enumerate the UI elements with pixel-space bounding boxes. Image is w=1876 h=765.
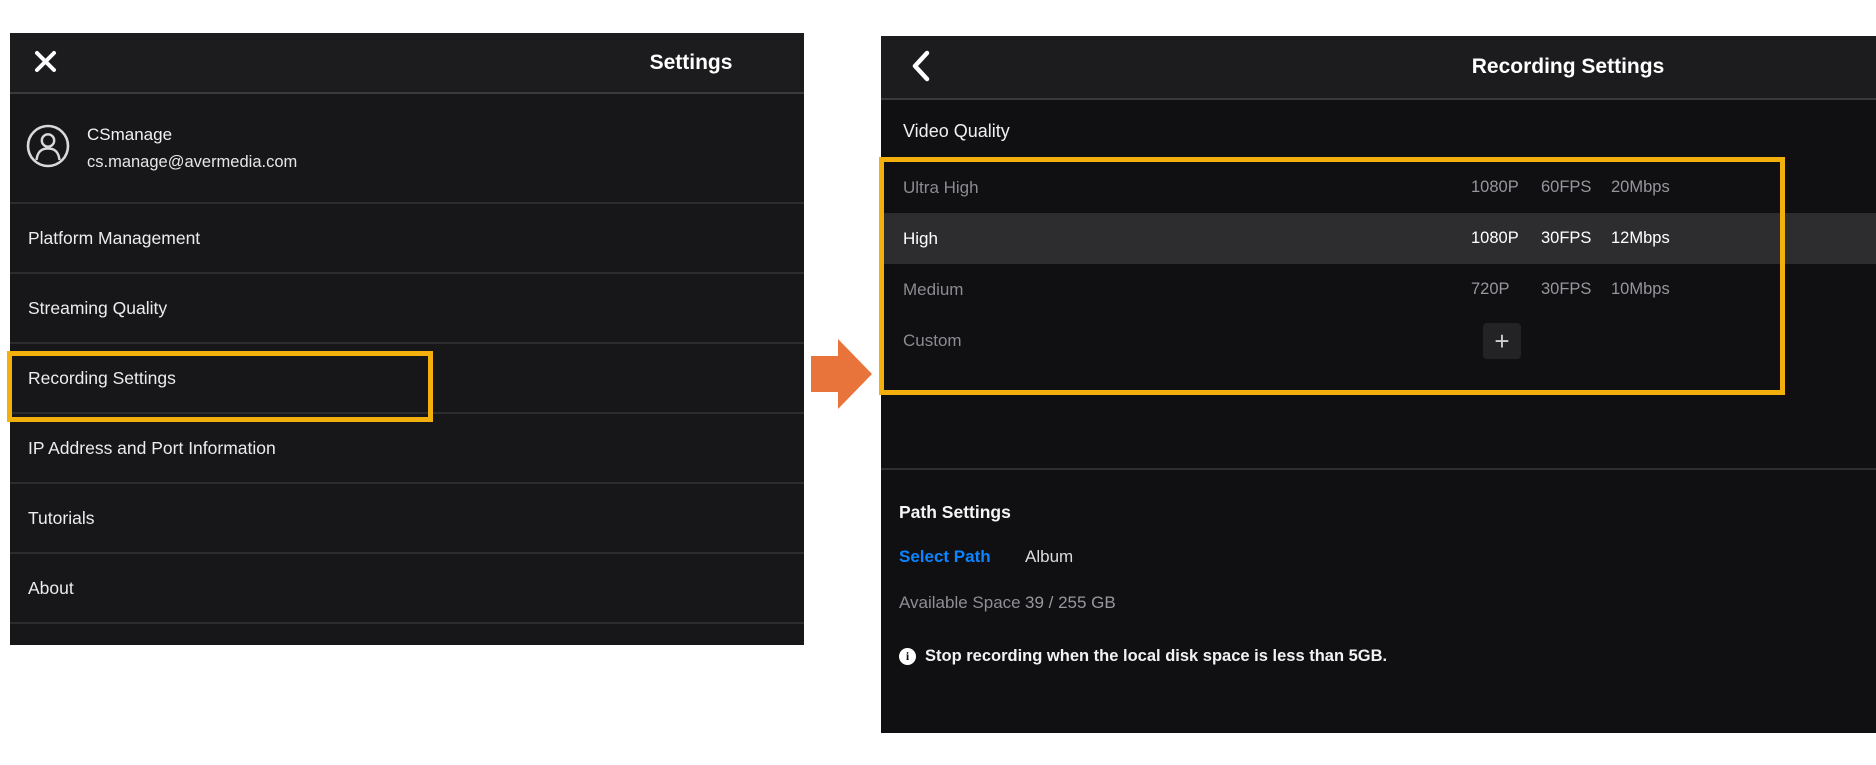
available-space-value: 39 / 255 GB xyxy=(1025,593,1116,613)
account-name: CSmanage xyxy=(87,125,297,145)
resolution-value: 1080P xyxy=(1471,229,1519,248)
bitrate-value: 10Mbps xyxy=(1611,280,1670,299)
resolution-value: 720P xyxy=(1471,280,1510,299)
quality-options-list: Ultra High 1080P 60FPS 20Mbps High 1080P… xyxy=(881,162,1876,366)
menu-item-recording-settings[interactable]: Recording Settings xyxy=(10,344,804,414)
quality-option-custom[interactable]: Custom + xyxy=(881,315,1876,366)
available-space-label: Available Space xyxy=(899,593,1021,613)
quality-label: Custom xyxy=(903,331,962,351)
account-row[interactable]: CSmanage cs.manage@avermedia.com xyxy=(10,94,804,204)
account-email: cs.manage@avermedia.com xyxy=(87,153,297,172)
info-icon: i xyxy=(899,648,916,665)
recording-settings-title: Recording Settings xyxy=(1472,55,1665,79)
quality-label: Medium xyxy=(903,280,963,300)
menu-item-about[interactable]: About xyxy=(10,554,804,624)
menu-item-platform-management[interactable]: Platform Management xyxy=(10,204,804,274)
resolution-value: 1080P xyxy=(1471,178,1519,197)
bitrate-value: 20Mbps xyxy=(1611,178,1670,197)
video-quality-label: Video Quality xyxy=(903,121,1010,142)
disk-space-note: i Stop recording when the local disk spa… xyxy=(881,647,1876,666)
quality-label: Ultra High xyxy=(903,178,979,198)
add-custom-quality-button[interactable]: + xyxy=(1483,323,1521,359)
select-path-value: Album xyxy=(1025,547,1073,567)
bitrate-value: 12Mbps xyxy=(1611,229,1670,248)
settings-panel: Settings CSmanage cs.manage@avermedia.co… xyxy=(10,33,804,645)
available-space-row: Available Space 39 / 255 GB xyxy=(881,593,1876,615)
select-path-link[interactable]: Select Path xyxy=(899,547,991,567)
menu-item-tutorials[interactable]: Tutorials xyxy=(10,484,804,554)
quality-option-ultra-high[interactable]: Ultra High 1080P 60FPS 20Mbps xyxy=(881,162,1876,213)
select-path-row: Select Path Album xyxy=(881,547,1876,569)
account-text: CSmanage cs.manage@avermedia.com xyxy=(87,125,297,172)
menu-item-streaming-quality[interactable]: Streaming Quality xyxy=(10,274,804,344)
chevron-left-icon xyxy=(911,50,931,85)
back-button[interactable] xyxy=(909,51,933,83)
path-settings-section: Path Settings Select Path Album Availabl… xyxy=(881,488,1876,666)
avatar-icon xyxy=(26,124,70,173)
settings-title: Settings xyxy=(650,51,733,75)
quality-option-high[interactable]: High 1080P 30FPS 12Mbps xyxy=(881,213,1876,264)
path-settings-heading: Path Settings xyxy=(899,502,1876,523)
settings-menu: Platform Management Streaming Quality Re… xyxy=(10,204,804,624)
plus-icon: + xyxy=(1494,328,1509,354)
fps-value: 30FPS xyxy=(1541,280,1591,299)
screenshot-canvas: Settings CSmanage cs.manage@avermedia.co… xyxy=(0,0,1876,765)
disk-space-note-text: Stop recording when the local disk space… xyxy=(925,647,1387,666)
close-icon xyxy=(34,50,57,76)
section-divider xyxy=(881,468,1876,470)
quality-label: High xyxy=(903,229,938,249)
settings-header: Settings xyxy=(10,33,804,94)
video-quality-section-label: Video Quality xyxy=(881,100,1876,162)
menu-item-ip-address-port[interactable]: IP Address and Port Information xyxy=(10,414,804,484)
close-button[interactable] xyxy=(32,50,58,76)
fps-value: 30FPS xyxy=(1541,229,1591,248)
recording-settings-header: Recording Settings xyxy=(881,36,1876,100)
quality-option-medium[interactable]: Medium 720P 30FPS 10Mbps xyxy=(881,264,1876,315)
recording-settings-panel: Recording Settings Video Quality Ultra H… xyxy=(881,36,1876,733)
flow-arrow-icon xyxy=(811,338,873,410)
fps-value: 60FPS xyxy=(1541,178,1591,197)
